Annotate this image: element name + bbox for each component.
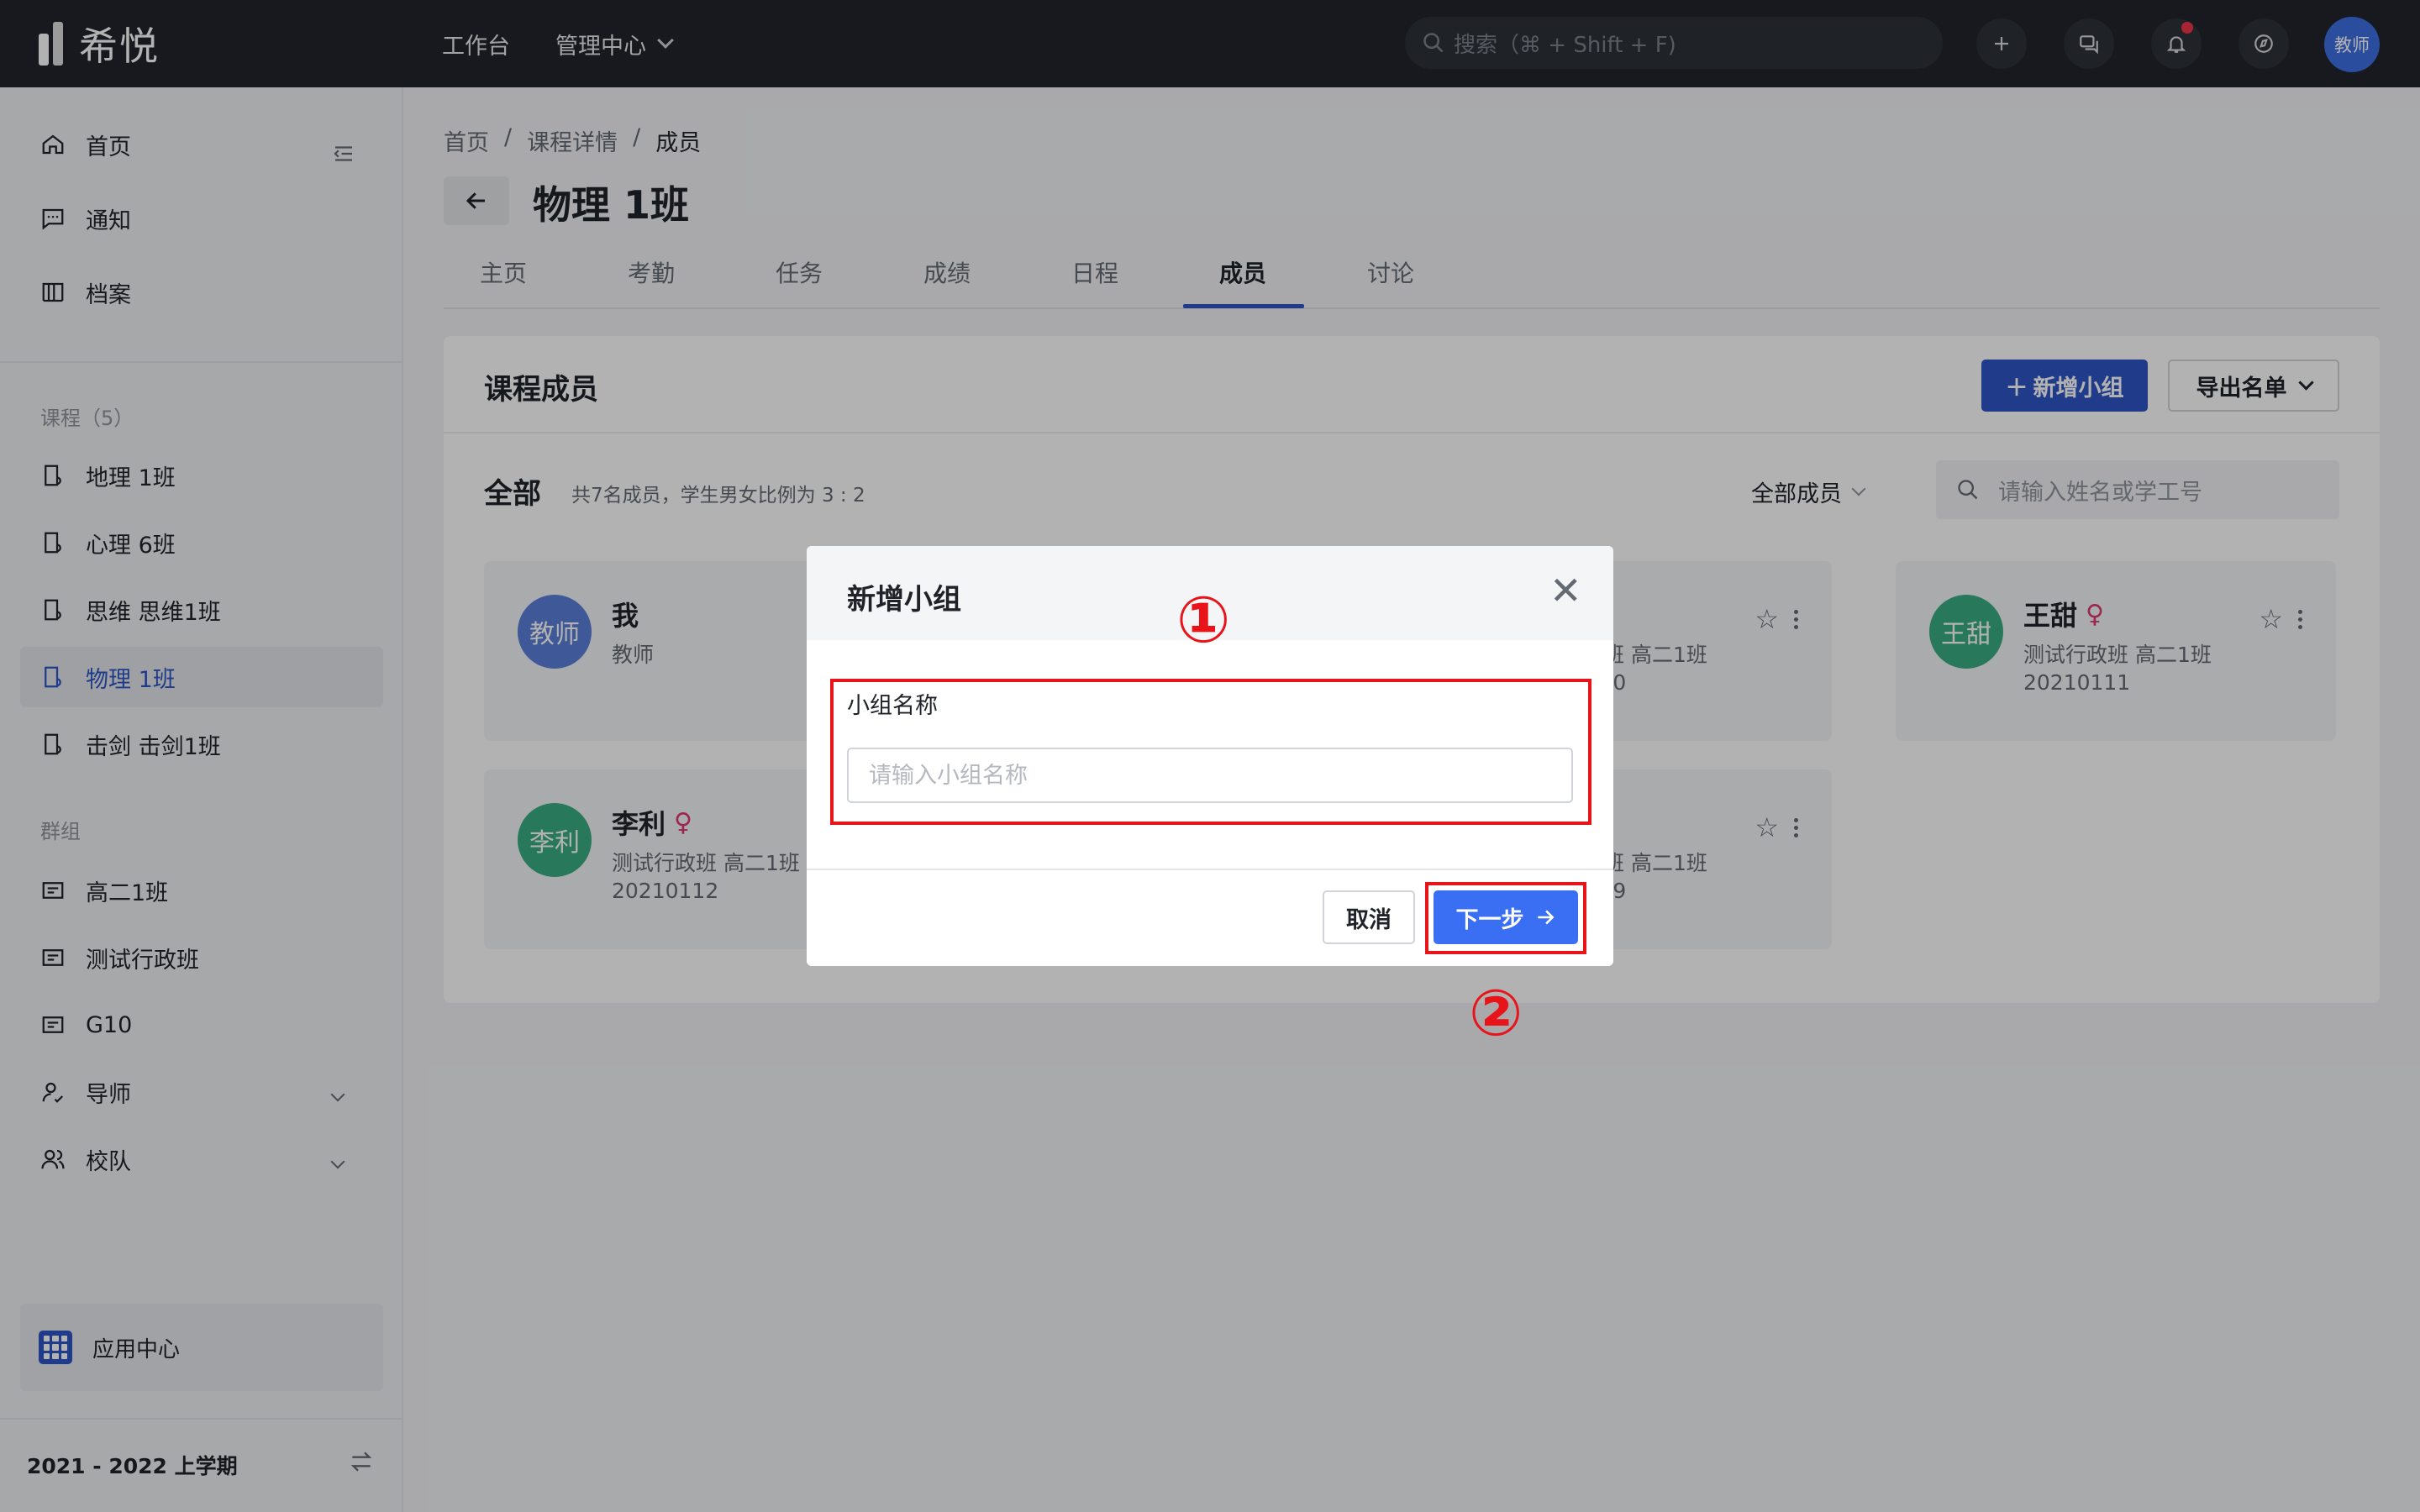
annotation-highlight-field (830, 679, 1591, 825)
dialog-title: 新增小组 (847, 583, 961, 617)
dialog-footer-divider (807, 869, 1613, 870)
annotation-step-1: ① (1176, 582, 1231, 657)
close-icon[interactable]: ✕ (1549, 571, 1582, 610)
annotation-step-2: ② (1469, 975, 1523, 1050)
annotation-highlight-next (1425, 882, 1586, 954)
cancel-button[interactable]: 取消 (1323, 890, 1415, 944)
